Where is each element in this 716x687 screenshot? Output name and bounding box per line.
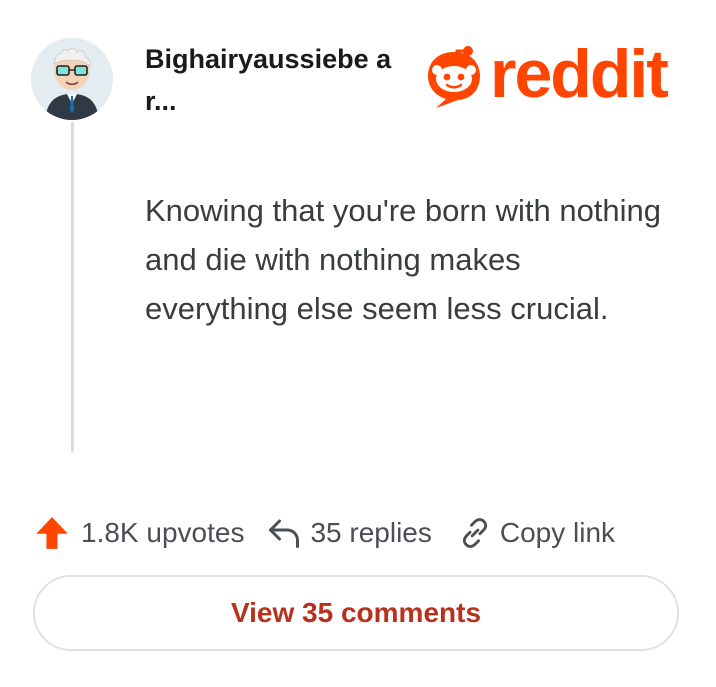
username[interactable]: Bighairyaussiebe ar... xyxy=(145,38,415,122)
action-bar: 1.8K upvotes 35 replies Copy link xyxy=(33,510,615,556)
link-icon xyxy=(462,518,487,548)
reply-count: 35 replies xyxy=(310,517,432,548)
user-avatar-icon xyxy=(31,38,113,120)
view-comments-label: View 35 comments xyxy=(230,597,482,628)
view-comments-button[interactable]: View 35 comments xyxy=(33,575,679,651)
copy-link-button[interactable]: Copy link xyxy=(458,516,615,550)
upvote-count: 1.8K upvotes xyxy=(81,517,245,548)
reddit-logo: reddit xyxy=(424,36,669,112)
reddit-wordmark: reddit xyxy=(490,36,669,112)
copy-link-label: Copy link xyxy=(499,517,616,548)
upvote-button[interactable]: 1.8K upvotes xyxy=(33,514,244,552)
reply-arrow-icon xyxy=(269,519,300,548)
reply-button[interactable]: 35 replies xyxy=(266,515,432,551)
upvote-arrow-icon xyxy=(36,517,68,549)
comment-text: Knowing that you're born with nothing an… xyxy=(145,193,662,326)
reddit-snoo-icon xyxy=(428,46,480,108)
thread-line xyxy=(71,122,74,452)
avatar[interactable] xyxy=(31,38,113,120)
